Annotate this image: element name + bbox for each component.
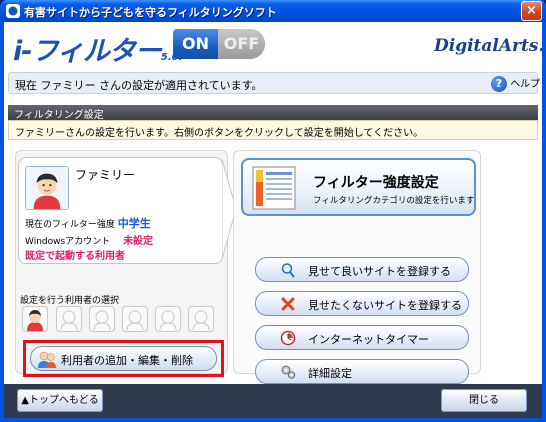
manage-users-label: 利用者の追加・編集・削除 [61,354,193,367]
windows-account-row: Windowsアカウント 未設定 [25,232,153,247]
filter-strength-title: フィルター強度設定 [313,175,439,191]
window-close-button[interactable]: × [521,1,542,21]
strength-label: 現在のフィルター強度 [25,220,115,230]
block-sites-button[interactable]: 見せたくないサイトを登録する [255,291,469,316]
x-icon [281,297,295,311]
strength-row: 現在のフィルター強度 中学生 [25,215,151,231]
default-user-label: 既定で起動する利用者 [25,251,125,262]
manage-button-highlight: 利用者の追加・編集・削除 [23,340,224,377]
windows-account-value: 未設定 [123,236,154,247]
status-message: 現在 ファミリー さんの設定が適用されています。 [15,79,263,92]
internet-timer-label: インターネットタイマー [308,333,429,346]
empty-user-icon [192,310,210,331]
allow-sites-label: 見せて良いサイトを登録する [308,265,451,278]
filter-strength-subtitle: フィルタリングカテゴリの設定を行います [313,196,475,206]
user-slot-1[interactable] [22,306,48,332]
header: i-フィルター5.0. ON OFF DigitalArts. [4,22,542,68]
manage-users-button[interactable]: 利用者の追加・編集・削除 [30,346,217,371]
footer-bar: ▲トップへもどる 閉じる [4,384,542,418]
empty-user-icon [93,310,111,331]
filter-strength-button[interactable]: フィルター強度設定 フィルタリングカテゴリの設定を行います [241,158,476,216]
toggle-on-button[interactable]: ON [173,29,218,59]
user-panel: ファミリー 現在のフィルター強度 中学生 Windowsアカウント 未設定 既定… [15,150,236,377]
notice-text: ファミリーさんの設定を行います。右側のボタンをクリックして設定を開始してください… [15,128,424,139]
user-select-label: 設定を行う利用者の選択 [20,296,120,306]
empty-user-icon [126,310,144,331]
users-icon [38,351,56,368]
toggle-off-button[interactable]: OFF [218,29,265,59]
advanced-settings-button[interactable]: 詳細設定 [255,359,469,384]
close-button[interactable]: 閉じる [441,389,527,412]
gears-icon [281,365,296,379]
advanced-settings-label: 詳細設定 [308,367,352,380]
brand-logo: DigitalArts. [434,36,542,56]
user-slot-5[interactable] [155,306,181,332]
allow-sites-button[interactable]: 見せて良いサイトを登録する [255,257,469,282]
status-bar: 現在 ファミリー さんの設定が適用されています。 ? ヘルプ [8,72,540,94]
document-icon [252,166,296,210]
magnifier-icon [281,263,295,278]
user-slots [22,306,222,332]
user-avatar-icon [27,310,43,331]
timer-icon [280,330,296,346]
help-label: ヘルプ [510,79,541,90]
notice-bar: ファミリーさんの設定を行います。右側のボタンをクリックして設定を開始してください… [8,120,538,140]
section-title: フィルタリング設定 [14,110,104,121]
window-title: 有害サイトから子どもを守るフィルタリングソフト [24,6,277,19]
settings-panel: フィルター強度設定 フィルタリングカテゴリの設定を行います 見せて良いサイトを登… [233,150,481,384]
user-slot-2[interactable] [56,306,82,332]
product-logo: i-フィルター5.0. [13,36,183,67]
strength-value: 中学生 [117,217,151,230]
help-link[interactable]: ? ヘルプ [491,75,540,92]
internet-timer-button[interactable]: インターネットタイマー [255,325,469,350]
user-slot-3[interactable] [89,306,115,332]
user-slot-4[interactable] [122,306,148,332]
empty-user-icon [60,310,78,331]
back-to-top-button[interactable]: ▲トップへもどる [17,389,103,412]
empty-user-icon [159,310,177,331]
section-header: フィルタリング設定 [8,105,538,121]
app-window: 有害サイトから子どもを守るフィルタリングソフト × i-フィルター5.0. ON… [0,0,546,422]
avatar-icon [25,166,69,210]
client-area: i-フィルター5.0. ON OFF DigitalArts. 現在 ファミリー… [4,22,542,418]
profile-card: ファミリー 現在のフィルター強度 中学生 Windowsアカウント 未設定 既定… [18,157,223,264]
user-slot-6[interactable] [188,306,214,332]
filter-toggle[interactable]: ON OFF [173,29,265,59]
title-bar[interactable]: 有害サイトから子どもを守るフィルタリングソフト × [0,0,546,22]
block-sites-label: 見せたくないサイトを登録する [308,299,462,312]
help-icon: ? [491,76,507,92]
windows-account-label: Windowsアカウント [25,237,111,247]
profile-name: ファミリー [75,168,136,182]
app-icon [6,4,20,18]
